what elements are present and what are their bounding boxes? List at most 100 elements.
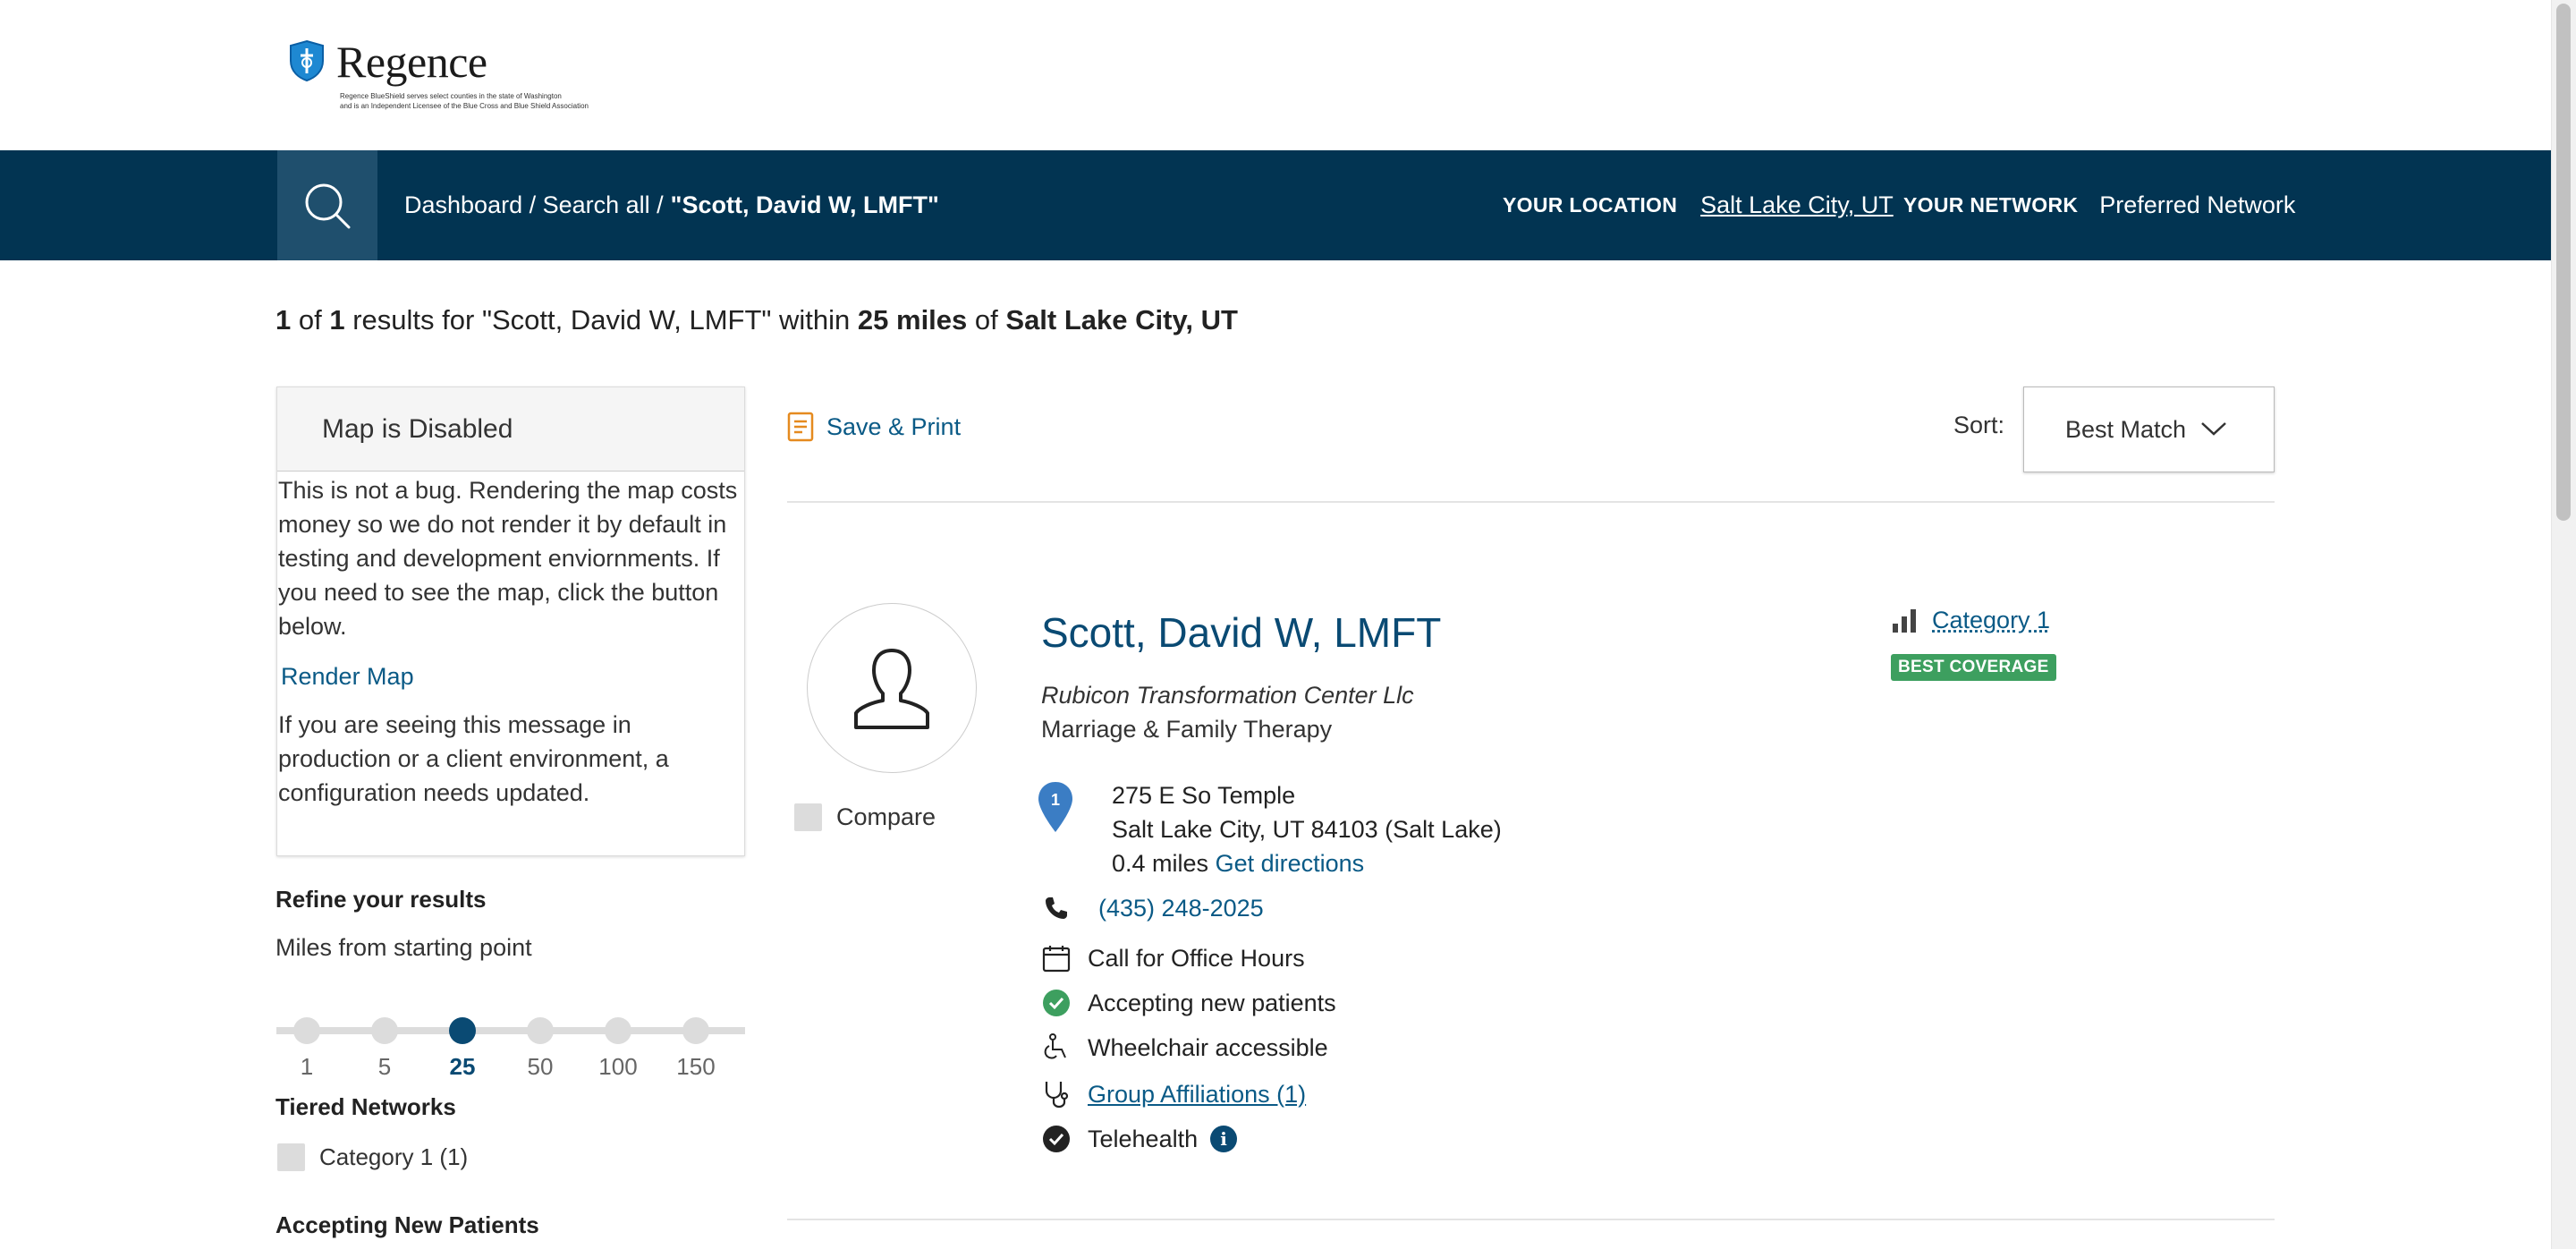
- provider-avatar: [807, 603, 977, 773]
- map-disabled-message: This is not a bug. Rendering the map cos…: [278, 477, 738, 640]
- results-summary: 1 of 1 results for "Scott, David W, LMFT…: [275, 304, 1238, 336]
- office-hours-text: Call for Office Hours: [1088, 944, 1305, 972]
- slider-stop-50[interactable]: [527, 1017, 554, 1044]
- results-count: 1: [275, 304, 292, 336]
- check-circle-dark-icon: [1041, 1124, 1072, 1154]
- search-icon: [305, 183, 351, 228]
- map-panel-title: Map is Disabled: [277, 387, 744, 472]
- render-map-link[interactable]: Render Map: [281, 659, 744, 693]
- fine-print-line-2: and is an Independent Licensee of the Bl…: [340, 102, 589, 110]
- phone-row: (435) 248-2025: [1041, 893, 1264, 923]
- accepting-new-patients-title: Accepting New Patients: [275, 1211, 539, 1238]
- results-distance: 25 miles: [857, 304, 968, 336]
- accepting-text: Accepting new patients: [1088, 989, 1336, 1016]
- location-label: YOUR LOCATION: [1503, 193, 1678, 217]
- provider-distance: 0.4 miles: [1112, 850, 1209, 877]
- fine-print-line-1: Regence BlueShield serves select countie…: [340, 92, 562, 100]
- save-print-label: Save & Print: [826, 412, 962, 440]
- slider-tick-selected: 25: [449, 1053, 476, 1080]
- scrollbar-thumb[interactable]: [2556, 4, 2571, 521]
- location-link[interactable]: Salt Lake City, UT: [1700, 191, 1894, 219]
- location-selector: YOUR LOCATION Salt Lake City, UT: [1503, 150, 1894, 260]
- map-pin-number: 1: [1051, 791, 1060, 809]
- wheelchair-text: Wheelchair accessible: [1088, 1033, 1328, 1061]
- refine-title: Refine your results: [275, 886, 487, 913]
- divider: [787, 501, 2275, 503]
- map-panel: Map is Disabled This is not a bug. Rende…: [276, 387, 745, 856]
- compare-checkbox[interactable]: [794, 803, 822, 831]
- provider-name-link[interactable]: Scott, David W, LMFT: [1041, 608, 1441, 657]
- slider-stop-100[interactable]: [605, 1017, 631, 1044]
- miles-label: Miles from starting point: [275, 934, 532, 961]
- wheelchair-row: Wheelchair accessible: [1041, 1032, 1328, 1063]
- breadcrumb: Dashboard / Search all / "Scott, David W…: [404, 150, 939, 260]
- check-circle-icon: [1041, 988, 1072, 1018]
- address-line-1: 275 E So Temple: [1112, 782, 1296, 809]
- brand-name: Regence: [336, 37, 487, 87]
- network-indicator: YOUR NETWORK Preferred Network: [1903, 150, 2295, 260]
- results-query-text: results for "Scott, David W, LMFT" withi…: [352, 304, 851, 336]
- slider-tick: 1: [300, 1053, 314, 1080]
- divider: [787, 1219, 2275, 1220]
- slider-tick: 150: [676, 1053, 716, 1080]
- person-icon: [854, 649, 929, 729]
- tiered-networks-title: Tiered Networks: [275, 1093, 456, 1120]
- slider-tick: 100: [598, 1053, 638, 1080]
- slider-stop-25[interactable]: [449, 1017, 476, 1044]
- breadcrumb-path[interactable]: Dashboard / Search all /: [404, 191, 664, 219]
- map-config-message: If you are seeing this message in produc…: [278, 711, 669, 806]
- category-indicator: Category 1: [1891, 607, 2050, 634]
- breadcrumb-current: "Scott, David W, LMFT": [670, 191, 939, 218]
- office-hours-row: Call for Office Hours: [1041, 943, 1305, 973]
- provider-organization: Rubicon Transformation Center Llc: [1041, 682, 1414, 709]
- results-total: 1: [329, 304, 345, 336]
- tier-category-1-label: Category 1 (1): [319, 1143, 469, 1170]
- slider-track: [276, 1027, 745, 1034]
- slider-tick: 5: [377, 1053, 392, 1080]
- map-pin-icon: 1: [1038, 782, 1072, 832]
- phone-link[interactable]: (435) 248-2025: [1098, 895, 1264, 922]
- miles-slider[interactable]: 1 5 25 50 100 150: [276, 1015, 745, 1080]
- category-link[interactable]: Category 1: [1932, 607, 2050, 634]
- telehealth-text: Telehealth: [1088, 1125, 1199, 1152]
- results-place: Salt Lake City, UT: [1005, 304, 1238, 336]
- compare-option[interactable]: Compare: [794, 803, 936, 831]
- results-of: of: [298, 304, 322, 336]
- stethoscope-icon: [1041, 1079, 1072, 1109]
- slider-stop-1[interactable]: [293, 1017, 320, 1044]
- sort-label: Sort:: [1953, 412, 2005, 438]
- address-line-2: Salt Lake City, UT 84103 (Salt Lake): [1112, 816, 1502, 843]
- info-icon[interactable]: i: [1210, 1126, 1238, 1152]
- map-panel-body: This is not a bug. Rendering the map cos…: [277, 472, 744, 810]
- best-coverage-badge: BEST COVERAGE: [1891, 654, 2056, 681]
- tier-category-1-option[interactable]: Category 1 (1): [277, 1143, 468, 1171]
- affiliations-row: Group Affiliations (1): [1041, 1079, 1306, 1109]
- page: Regence Regence BlueShield serves select…: [0, 0, 2576, 1249]
- wheelchair-icon: [1041, 1032, 1072, 1063]
- sort-value: Best Match: [2065, 415, 2187, 443]
- save-print-button[interactable]: Save & Print: [787, 412, 961, 442]
- slider-stop-5[interactable]: [371, 1017, 398, 1044]
- top-navbar: Dashboard / Search all / "Scott, David W…: [0, 150, 2551, 260]
- telehealth-row: Telehealth i: [1041, 1124, 1238, 1154]
- provider-address: 275 E So Temple Salt Lake City, UT 84103…: [1112, 778, 1502, 880]
- sort-dropdown[interactable]: Best Match: [2023, 387, 2275, 472]
- slider-tick: 50: [527, 1053, 554, 1080]
- network-label: YOUR NETWORK: [1903, 193, 2079, 217]
- address-distance-row: 0.4 miles Get directions: [1112, 846, 1502, 880]
- chevron-down-icon: [2201, 422, 2226, 436]
- get-directions-link[interactable]: Get directions: [1216, 850, 1365, 877]
- group-affiliations-link[interactable]: Group Affiliations (1): [1088, 1081, 1306, 1109]
- calendar-icon: [1041, 943, 1072, 973]
- phone-icon: [1041, 893, 1072, 923]
- network-value: Preferred Network: [2099, 191, 2296, 218]
- results-of-2: of: [974, 304, 998, 336]
- fine-print: Regence BlueShield serves select countie…: [340, 91, 589, 111]
- slider-stop-150[interactable]: [682, 1017, 709, 1044]
- search-button[interactable]: [277, 150, 377, 260]
- blue-shield-icon: [290, 39, 324, 82]
- regence-logo[interactable]: Regence Regence BlueShield serves select…: [288, 36, 628, 116]
- accepting-row: Accepting new patients: [1041, 988, 1336, 1018]
- tier-category-1-checkbox[interactable]: [277, 1143, 305, 1171]
- document-icon: [787, 412, 814, 442]
